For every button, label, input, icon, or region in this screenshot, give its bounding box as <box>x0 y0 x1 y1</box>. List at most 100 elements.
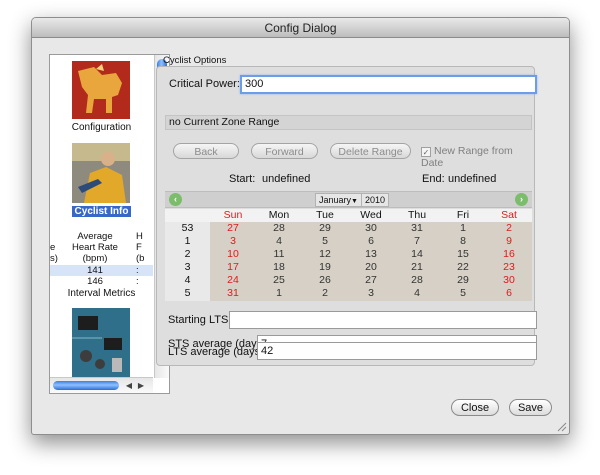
sidebar-item-interval-metrics[interactable]: Average H e Heart Rate F s) (bpm) (b 141… <box>50 231 153 299</box>
checkmark-icon: ✓ <box>421 147 431 157</box>
new-range-label: New Range from Date <box>421 145 513 169</box>
scroll-left-icon[interactable]: ◀ <box>124 380 134 392</box>
week-number: 2 <box>184 248 191 260</box>
calendar-day-cell[interactable]: 10 <box>210 248 256 261</box>
resize-grip-icon[interactable] <box>557 422 567 432</box>
sidebar-horizontal-scrollbar[interactable]: ◀ ▶ <box>50 377 153 393</box>
calendar-day-cell[interactable]: 15 <box>440 248 486 261</box>
calendar-day-cell[interactable]: 12 <box>302 248 348 261</box>
calendar-day-cell[interactable]: 2 <box>302 287 348 300</box>
close-button[interactable]: Close <box>451 399 499 416</box>
calendar-navigation: ‹ January▼ 2010 › <box>165 191 532 208</box>
end-label: End: <box>422 173 445 185</box>
metrics-header-cell: (bpm) <box>82 253 108 264</box>
circuit-board-icon[interactable] <box>72 308 130 378</box>
calendar-day-cell[interactable]: 4 <box>394 287 440 300</box>
lts-average-label: LTS average (days) <box>168 346 264 358</box>
metrics-table: Average H e Heart Rate F s) (bpm) (b 141… <box>50 231 153 287</box>
calendar-day-cell[interactable]: 11 <box>256 248 302 261</box>
metrics-header-cell: H <box>136 231 143 242</box>
metrics-cell: 146 <box>87 276 103 287</box>
back-button[interactable]: Back <box>173 143 239 159</box>
configuration-horse-icon <box>72 61 130 119</box>
calendar-day-cell[interactable]: 21 <box>394 261 440 274</box>
calendar-day-cell[interactable]: 8 <box>440 235 486 248</box>
metrics-header-cell: F <box>136 242 142 253</box>
cyclist-photo-icon <box>72 143 130 203</box>
calendar-day-cell[interactable]: 26 <box>302 274 348 287</box>
calendar-day-cell[interactable]: 25 <box>256 274 302 287</box>
calendar-day-cell[interactable]: 28 <box>394 274 440 287</box>
calendar-day-cell[interactable]: 29 <box>302 222 348 235</box>
forward-button[interactable]: Forward <box>251 143 318 159</box>
scroll-right-icon[interactable]: ▶ <box>136 380 146 392</box>
metrics-header-cell: (b <box>136 253 145 264</box>
calendar-day-cell[interactable]: 17 <box>210 261 256 274</box>
horizontal-scroll-thumb[interactable] <box>53 381 119 390</box>
calendar-day-cell[interactable]: 30 <box>348 222 394 235</box>
day-header-sat: Sat <box>501 209 517 221</box>
calendar-day-cell[interactable]: 27 <box>348 274 394 287</box>
calendar-day-cell[interactable]: 3 <box>348 287 394 300</box>
start-label: Start: <box>229 173 256 185</box>
calendar-day-cell[interactable]: 6 <box>348 235 394 248</box>
calendar-day-cell[interactable]: 31 <box>394 222 440 235</box>
week-number: 5 <box>184 287 191 299</box>
month-selector[interactable]: January▼ <box>315 193 362 207</box>
calendar-day-cell[interactable]: 13 <box>348 248 394 261</box>
calendar-day-cell[interactable]: 27 <box>210 222 256 235</box>
sidebar-item-label: Configuration <box>71 122 132 133</box>
calendar-day-cell[interactable]: 1 <box>440 222 486 235</box>
new-range-checkbox[interactable]: ✓ New Range from Date <box>421 145 534 169</box>
calendar-day-cell[interactable]: 30 <box>486 274 532 287</box>
next-month-icon[interactable]: › <box>515 193 528 206</box>
lts-average-input[interactable]: 42 <box>257 342 537 360</box>
month-label: January <box>319 195 352 205</box>
calendar-day-cell[interactable]: 14 <box>394 248 440 261</box>
starting-lts-input[interactable] <box>229 311 537 329</box>
calendar-grid: Sun Mon Tue Wed Thu Fri Sat 53 27 28 29 30 31 1 2 1 3 4 5 6… <box>165 209 532 301</box>
day-header-wed: Wed <box>360 209 382 221</box>
week-number: 3 <box>184 261 191 273</box>
cyclist-options-group: Critical Power: 300 no Current Zone Rang… <box>156 66 537 366</box>
calendar-day-cell[interactable]: 5 <box>440 287 486 300</box>
window-title: Config Dialog <box>32 18 569 38</box>
previous-month-icon[interactable]: ‹ <box>169 193 182 206</box>
day-header-sun: Sun <box>223 209 243 221</box>
critical-power-input[interactable]: 300 <box>240 75 537 94</box>
calendar-day-cell[interactable]: 18 <box>256 261 302 274</box>
calendar-day-cell[interactable]: 28 <box>256 222 302 235</box>
calendar-day-cell[interactable]: 23 <box>486 261 532 274</box>
calendar-day-cell[interactable]: 31 <box>210 287 256 300</box>
save-button[interactable]: Save <box>509 399 552 416</box>
calendar-day-cell[interactable]: 2 <box>486 222 532 235</box>
end-value: undefined <box>448 173 497 185</box>
calendar-day-cell[interactable]: 3 <box>210 235 256 248</box>
day-header-tue: Tue <box>316 209 334 221</box>
week-number: 4 <box>184 274 191 286</box>
calendar-day-cell[interactable]: 6 <box>486 287 532 300</box>
sidebar-item-label-selected: Cyclist Info <box>71 206 132 217</box>
zone-range-status: no Current Zone Range <box>165 115 532 130</box>
calendar-day-cell[interactable]: 5 <box>302 235 348 248</box>
sidebar-item-configuration[interactable]: Configuration <box>50 55 153 137</box>
calendar-day-cell[interactable]: 9 <box>486 235 532 248</box>
calendar-day-cell[interactable]: 7 <box>394 235 440 248</box>
calendar-day-cell[interactable]: 29 <box>440 274 486 287</box>
sidebar-item-cyclist-info[interactable]: Cyclist Info <box>50 143 153 227</box>
group-title: Cyclist Options <box>163 55 227 66</box>
calendar-day-cell[interactable]: 24 <box>210 274 256 287</box>
year-selector[interactable]: 2010 <box>361 193 390 207</box>
delete-range-button[interactable]: Delete Range <box>330 143 411 159</box>
metrics-header-cell: Heart Rate <box>72 242 118 253</box>
dropdown-arrow-icon: ▼ <box>351 198 358 205</box>
calendar-day-cell[interactable]: 4 <box>256 235 302 248</box>
calendar-day-cell[interactable]: 20 <box>348 261 394 274</box>
calendar-day-cell[interactable]: 1 <box>256 287 302 300</box>
start-value: undefined <box>262 173 311 185</box>
metrics-header-cell: s) <box>50 253 58 264</box>
critical-power-label: Critical Power: <box>169 78 240 90</box>
calendar-day-cell[interactable]: 19 <box>302 261 348 274</box>
calendar-day-cell[interactable]: 16 <box>486 248 532 261</box>
calendar-day-cell[interactable]: 22 <box>440 261 486 274</box>
